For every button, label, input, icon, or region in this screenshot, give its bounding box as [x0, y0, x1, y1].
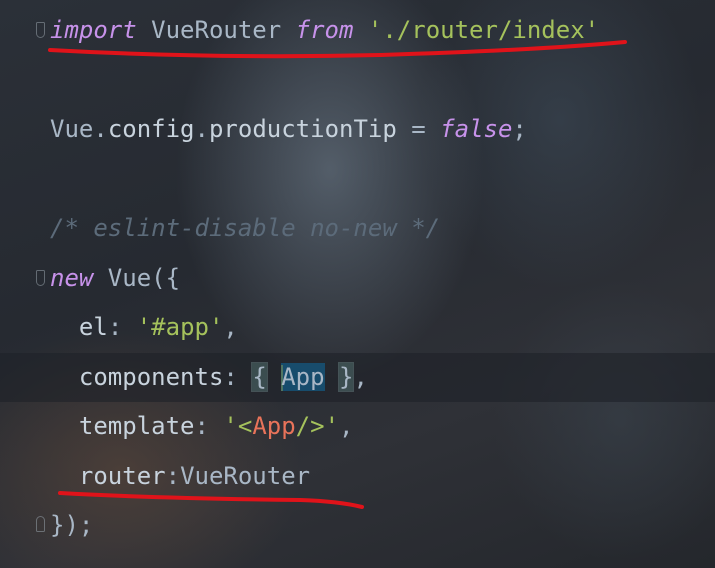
fold-icon[interactable]: [36, 270, 45, 286]
code-line-new-vue: new Vue({: [50, 258, 180, 298]
eslint-comment: /* eslint-disable no-new */: [50, 214, 441, 242]
identifier-vuerouter: VueRouter: [151, 16, 282, 44]
editor-gutter: [0, 0, 50, 568]
code-line-template: template: '<App/>',: [50, 406, 354, 446]
code-line-import: import VueRouter from './router/index': [50, 10, 599, 50]
comma-punct: ,: [353, 363, 368, 391]
keyword-new: new: [50, 264, 94, 292]
literal-false: false: [440, 115, 513, 143]
code-line-el: el: '#app',: [50, 307, 238, 347]
code-line-config: Vue.config.productionTip = false;: [50, 109, 527, 149]
identifier-app-highlighted[interactable]: App: [281, 363, 325, 391]
identifier-vuerouter-value: VueRouter: [180, 462, 311, 490]
fold-icon[interactable]: [36, 516, 45, 532]
key-template: template: [78, 412, 195, 440]
string-app-selector: '#app': [136, 313, 224, 341]
assign-operator: =: [396, 115, 441, 143]
property-config: config: [107, 115, 195, 143]
property-productiontip: productionTip: [208, 115, 397, 143]
identifier-vue: Vue: [50, 115, 94, 143]
key-el: el: [78, 313, 108, 341]
colon-punct: :: [223, 363, 253, 391]
dot-punct: .: [194, 115, 209, 143]
code-line-close: });: [50, 505, 93, 545]
matched-brace-open: {: [251, 362, 268, 392]
dot-punct: .: [93, 115, 108, 143]
string-router-path: './router/index': [367, 16, 600, 44]
fold-icon[interactable]: [36, 22, 45, 38]
key-router: router: [78, 462, 166, 490]
colon-punct: :: [165, 462, 181, 490]
comma-punct: ,: [339, 412, 354, 440]
semicolon: ;: [512, 115, 527, 143]
code-editor[interactable]: import VueRouter from './router/index' V…: [0, 0, 715, 568]
key-components: components: [78, 363, 224, 391]
colon-punct: :: [107, 313, 137, 341]
keyword-import: import: [50, 16, 137, 44]
string-quote-open: '<: [223, 412, 253, 440]
comma-punct: ,: [223, 313, 238, 341]
code-line-comment: /* eslint-disable no-new */: [50, 208, 440, 248]
tag-app: App: [252, 412, 296, 440]
matched-brace-close: }: [337, 362, 355, 392]
closing-brackets: });: [50, 511, 94, 539]
vue-constructor-call: Vue({: [93, 264, 181, 292]
code-line-components: components: { App },: [50, 357, 368, 397]
colon-punct: :: [194, 412, 224, 440]
keyword-from: from: [295, 16, 354, 44]
string-quote-close: />': [295, 412, 340, 440]
code-line-router: router:VueRouter: [50, 456, 310, 496]
